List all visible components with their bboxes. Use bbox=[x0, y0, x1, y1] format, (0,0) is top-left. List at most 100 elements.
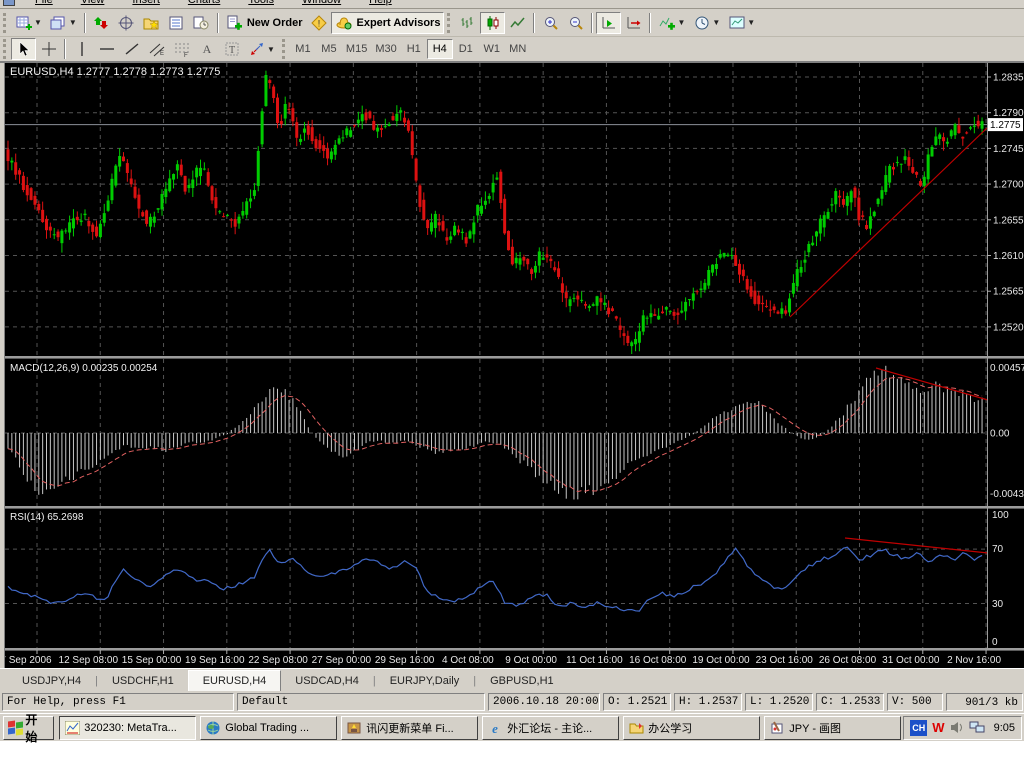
status-profile[interactable]: Default bbox=[237, 693, 485, 711]
status-volume: V: 500 bbox=[887, 693, 943, 711]
text-button[interactable]: A bbox=[194, 38, 219, 60]
navigator-button[interactable] bbox=[139, 12, 164, 34]
period-m1-button[interactable]: M1 bbox=[290, 39, 316, 59]
task-internet-explorer[interactable]: e 外汇论坛 - 主论... bbox=[482, 716, 619, 740]
task-label: 外汇论坛 - 主论... bbox=[507, 720, 592, 736]
svg-text:1.2835: 1.2835 bbox=[993, 73, 1024, 84]
chart-tab-eurjpy-daily[interactable]: EURJPY,Daily bbox=[376, 672, 474, 691]
profiles-button[interactable]: ▼ bbox=[46, 12, 81, 34]
templates-icon bbox=[728, 15, 745, 31]
task-folder-study[interactable]: 办公学习 bbox=[623, 716, 760, 740]
chart-area[interactable]: 1.28351.27901.27451.27001.26551.26101.25… bbox=[0, 62, 1024, 668]
period-mn-button[interactable]: MN bbox=[505, 39, 531, 59]
svg-text:9 Oct 00:00: 9 Oct 00:00 bbox=[505, 655, 557, 666]
svg-text:E: E bbox=[160, 51, 164, 57]
zoom-out-button[interactable] bbox=[563, 12, 588, 34]
period-w1-button[interactable]: W1 bbox=[479, 39, 505, 59]
chevron-down-icon[interactable]: ▼ bbox=[69, 18, 77, 27]
data-window-button[interactable] bbox=[114, 12, 139, 34]
svg-text:31 Oct 00:00: 31 Oct 00:00 bbox=[882, 655, 940, 666]
menu-file[interactable]: File bbox=[21, 0, 67, 8]
task-globe[interactable]: Global Trading ... bbox=[200, 716, 337, 740]
chevron-down-icon[interactable]: ▼ bbox=[267, 45, 275, 54]
task-paint[interactable]: JPY - 画图 bbox=[764, 716, 901, 740]
zoom-in-button[interactable] bbox=[538, 12, 563, 34]
tray-clock[interactable]: 9:05 bbox=[994, 722, 1015, 734]
chevron-down-icon[interactable]: ▼ bbox=[712, 18, 720, 27]
volume-icon[interactable] bbox=[950, 721, 964, 734]
text-label-button[interactable]: T bbox=[219, 38, 244, 60]
periods-button[interactable]: ▼ bbox=[689, 12, 724, 34]
menu-help[interactable]: Help bbox=[355, 0, 406, 8]
toolbar-drag-handle[interactable] bbox=[282, 39, 287, 59]
toolbar-separator bbox=[84, 13, 86, 33]
line-chart-button[interactable] bbox=[505, 12, 530, 34]
svg-text:12 Sep 08:00: 12 Sep 08:00 bbox=[59, 655, 119, 666]
period-d1-button[interactable]: D1 bbox=[453, 39, 479, 59]
trendline-button[interactable] bbox=[119, 38, 144, 60]
period-m15-button[interactable]: M15 bbox=[342, 39, 371, 59]
chevron-down-icon[interactable]: ▼ bbox=[34, 18, 42, 27]
svg-text:0: 0 bbox=[992, 637, 998, 648]
horizontal-line-button[interactable] bbox=[94, 38, 119, 60]
expert-advisors-button[interactable]: Expert Advisors bbox=[331, 12, 444, 34]
child-window-icon[interactable] bbox=[3, 0, 15, 6]
maxthon-tray-icon[interactable]: W bbox=[932, 720, 944, 735]
equidistant-channel-button[interactable]: E bbox=[144, 38, 169, 60]
svg-text:4 Oct 08:00: 4 Oct 08:00 bbox=[442, 655, 494, 666]
period-h1-button[interactable]: H1 bbox=[401, 39, 427, 59]
new-chart-button[interactable]: ▼ bbox=[11, 12, 46, 34]
chart-tab-usdcad-h4[interactable]: USDCAD,H4 bbox=[281, 672, 373, 691]
market-watch-button[interactable] bbox=[89, 12, 114, 34]
toolbar-drag-handle[interactable] bbox=[3, 39, 8, 59]
arrows-button[interactable]: ▼ bbox=[244, 38, 279, 60]
svg-text:e: e bbox=[492, 721, 498, 735]
auto-scroll-button[interactable] bbox=[596, 12, 621, 34]
task-label: 320230: MetaTra... bbox=[84, 722, 177, 734]
fibonacci-button[interactable]: F bbox=[169, 38, 194, 60]
strategy-tester-button[interactable] bbox=[189, 12, 214, 34]
toolbar-separator bbox=[217, 13, 219, 33]
crosshair-button[interactable] bbox=[36, 38, 61, 60]
menu-window[interactable]: Window bbox=[288, 0, 355, 8]
chart-tab-eurusd-h4[interactable]: EURUSD,H4 bbox=[188, 670, 282, 691]
chart-tab-gbpusd-h1[interactable]: GBPUSD,H1 bbox=[476, 672, 568, 691]
menu-insert[interactable]: Insert bbox=[118, 0, 174, 8]
task-metatrader[interactable]: 320230: MetaTra... bbox=[59, 716, 196, 740]
zoom-out-icon bbox=[567, 15, 584, 31]
chevron-down-icon[interactable]: ▼ bbox=[677, 18, 685, 27]
templates-button[interactable]: ▼ bbox=[724, 12, 759, 34]
network-icon[interactable] bbox=[969, 721, 985, 734]
svg-text:27 Sep 00:00: 27 Sep 00:00 bbox=[312, 655, 372, 666]
flash-news-icon bbox=[346, 720, 362, 736]
bar-chart-button[interactable] bbox=[455, 12, 480, 34]
period-m30-button[interactable]: M30 bbox=[371, 39, 400, 59]
vertical-line-button[interactable] bbox=[69, 38, 94, 60]
chart-tab-usdchf-h1[interactable]: USDCHF,H1 bbox=[98, 672, 188, 691]
toolbar-drag-handle[interactable] bbox=[447, 13, 452, 33]
svg-text:1.2745: 1.2745 bbox=[993, 144, 1024, 155]
svg-text:19 Oct 00:00: 19 Oct 00:00 bbox=[692, 655, 750, 666]
metaeditor-button[interactable]: ! bbox=[306, 12, 331, 34]
ime-language-icon[interactable]: CH bbox=[910, 720, 927, 736]
menu-charts[interactable]: Charts bbox=[174, 0, 234, 8]
new-order-button[interactable]: New Order bbox=[222, 12, 307, 34]
chart-shift-button[interactable] bbox=[621, 12, 646, 34]
svg-text:T: T bbox=[228, 45, 234, 56]
cursor-button[interactable] bbox=[11, 38, 36, 60]
period-m5-button[interactable]: M5 bbox=[316, 39, 342, 59]
menu-tools[interactable]: Tools bbox=[234, 0, 288, 8]
price-chart[interactable]: 1.28351.27901.27451.27001.26551.26101.25… bbox=[0, 62, 1024, 668]
period-h4-button[interactable]: H4 bbox=[427, 39, 453, 59]
chart-tab-usdjpy-h4[interactable]: USDJPY,H4 bbox=[8, 672, 95, 691]
candle-chart-button[interactable] bbox=[480, 12, 505, 34]
svg-text:100: 100 bbox=[992, 510, 1009, 521]
toolbar-drag-handle[interactable] bbox=[3, 13, 8, 33]
svg-text:30: 30 bbox=[992, 599, 1004, 610]
task-flash-news[interactable]: 讯闪更新菜单 Fi... bbox=[341, 716, 478, 740]
indicators-button[interactable]: ▼ bbox=[654, 12, 689, 34]
menu-view[interactable]: View bbox=[67, 0, 119, 8]
chevron-down-icon[interactable]: ▼ bbox=[747, 18, 755, 27]
start-button[interactable]: 开始 bbox=[3, 716, 54, 740]
terminal-button[interactable] bbox=[164, 12, 189, 34]
